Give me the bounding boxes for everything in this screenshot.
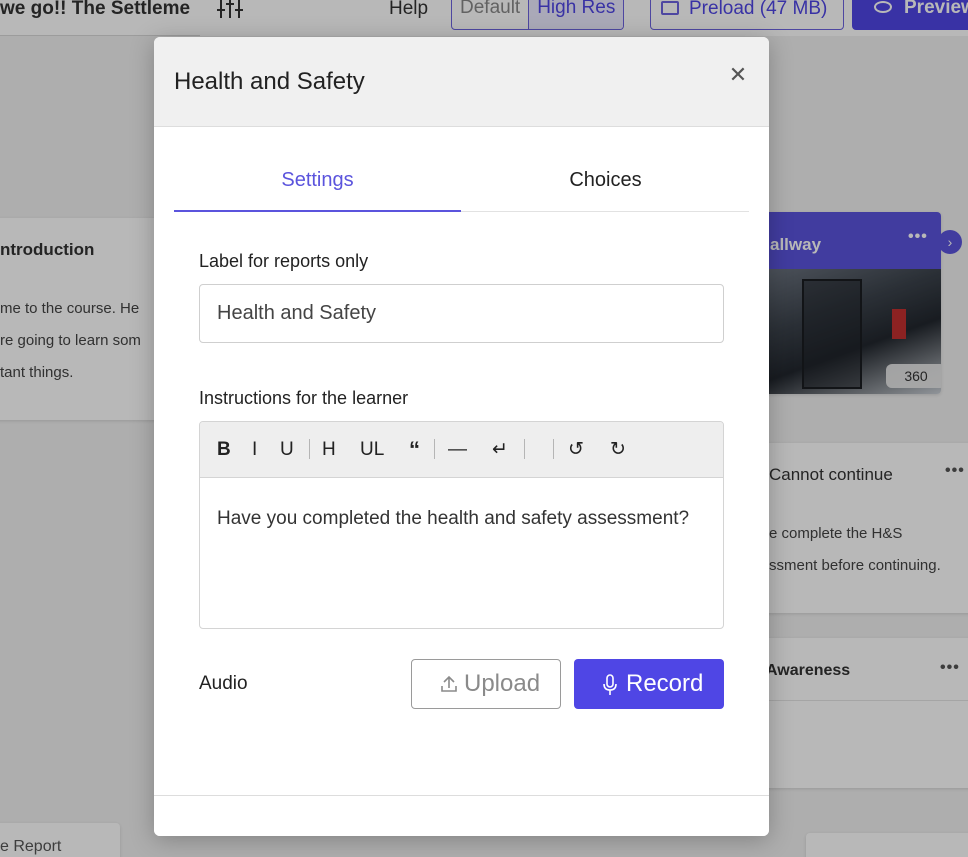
editor-toolbar: B I U H UL “ — ↵ ↺ ↻ [200, 422, 723, 478]
undo-button[interactable]: ↺ [568, 438, 584, 462]
instructions-label: Instructions for the learner [199, 388, 409, 408]
audio-label: Audio [199, 673, 248, 694]
upload-button[interactable]: Upload [411, 659, 561, 709]
toolbar-separator [434, 439, 435, 459]
tab-settings[interactable]: Settings [174, 165, 461, 212]
label-input[interactable] [199, 284, 724, 343]
underline-button[interactable]: U [280, 438, 294, 462]
toolbar-separator [309, 439, 310, 459]
instructions-text[interactable]: Have you completed the health and safety… [217, 504, 707, 534]
quote-button[interactable]: “ [409, 438, 420, 462]
horizontal-rule-button[interactable]: — [448, 438, 467, 462]
record-button[interactable]: Record [574, 659, 724, 709]
upload-icon [441, 675, 457, 692]
line-break-button[interactable]: ↵ [492, 438, 508, 462]
toolbar-separator [553, 439, 554, 459]
toolbar-separator [524, 439, 525, 459]
redo-button[interactable]: ↻ [610, 438, 626, 462]
italic-button[interactable]: I [252, 438, 257, 462]
modal-footer [154, 795, 769, 836]
instructions-editor: B I U H UL “ — ↵ ↺ ↻ Have you completed … [199, 421, 724, 629]
close-icon[interactable]: ✕ [726, 63, 750, 87]
record-label: Record [626, 670, 704, 697]
modal-header: Health and Safety ✕ [154, 37, 769, 127]
tab-choices[interactable]: Choices [462, 165, 749, 212]
upload-label: Upload [464, 670, 541, 697]
health-and-safety-modal: Health and Safety ✕ Settings Choices Lab… [154, 37, 769, 836]
microphone-icon [603, 674, 617, 695]
modal-title: Health and Safety [174, 68, 365, 95]
label-field-label: Label for reports only [199, 251, 369, 271]
heading-button[interactable]: H [322, 438, 336, 462]
modal-tabs: Settings Choices [174, 165, 749, 212]
bold-button[interactable]: B [217, 438, 231, 462]
list-button[interactable]: UL [360, 438, 384, 462]
